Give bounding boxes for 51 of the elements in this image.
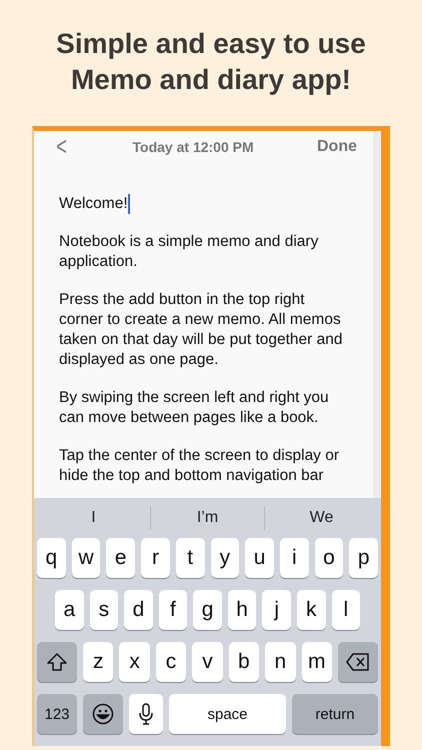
text-cursor (128, 194, 130, 214)
note-paragraph: By swiping the screen left and right you can move between pages like a book. (59, 388, 330, 428)
shift-key[interactable] (37, 642, 77, 682)
letter-key[interactable]: j (262, 590, 291, 630)
space-key[interactable]: space (169, 694, 286, 734)
word-suggestion[interactable]: I’m (150, 506, 264, 530)
letter-key[interactable]: f (158, 590, 188, 630)
note-paragraph: Press the add button in the top right corner to create a new memo. All memos taken on that day will be put together and displayed as one page. (59, 290, 343, 370)
letter-key[interactable]: m (302, 642, 332, 682)
letter-key[interactable]: w (72, 538, 100, 578)
emoji-key[interactable] (83, 694, 123, 734)
note-paragraph: Welcome! (59, 194, 131, 214)
word-suggestion[interactable]: I (37, 506, 150, 530)
word-suggestion[interactable]: We (264, 506, 378, 530)
microphone-icon (139, 703, 153, 725)
letter-key[interactable]: i (280, 538, 309, 578)
done-button[interactable]: Done (317, 138, 357, 156)
back-button[interactable]: < (56, 131, 67, 162)
delete-key[interactable] (338, 642, 378, 682)
note-paragraph: Notebook is a simple memo and diary application. (59, 232, 320, 272)
letter-key[interactable]: s (90, 590, 118, 630)
letter-key[interactable]: l (332, 590, 360, 630)
letter-key[interactable]: y (210, 538, 240, 578)
dictation-key[interactable] (129, 694, 163, 734)
letter-key[interactable]: p (349, 538, 378, 578)
letter-key[interactable]: x (119, 642, 150, 682)
letter-key[interactable]: o (314, 538, 344, 578)
headline: Simple and easy to use (56, 27, 366, 61)
headline: Memo and diary app! (70, 63, 352, 97)
letter-key[interactable]: t (176, 538, 205, 578)
smiley-icon (92, 703, 114, 725)
letter-key[interactable]: b (228, 642, 260, 682)
shift-icon (47, 653, 67, 671)
letter-key[interactable]: z (83, 642, 114, 682)
letter-key[interactable]: v (192, 642, 223, 682)
letter-key[interactable]: h (228, 590, 256, 630)
note-paragraph: Tap the center of the screen to display or hide the top and bottom navigation bar (59, 446, 340, 486)
letter-key[interactable]: k (296, 590, 326, 630)
note-date: Today at 12:00 PM (132, 138, 254, 154)
letter-key[interactable]: u (245, 538, 274, 578)
letter-key[interactable]: d (124, 590, 153, 630)
letter-key[interactable]: a (55, 590, 84, 630)
return-key[interactable]: return (292, 694, 378, 734)
letter-key[interactable]: c (156, 642, 186, 682)
letter-key[interactable]: n (265, 642, 296, 682)
letter-key[interactable]: r (141, 538, 170, 578)
letter-key[interactable]: e (106, 538, 136, 578)
letter-key[interactable]: q (37, 538, 66, 578)
backspace-icon (346, 653, 370, 671)
letter-key[interactable]: g (193, 590, 222, 630)
numbers-key[interactable]: 123 (37, 694, 77, 734)
